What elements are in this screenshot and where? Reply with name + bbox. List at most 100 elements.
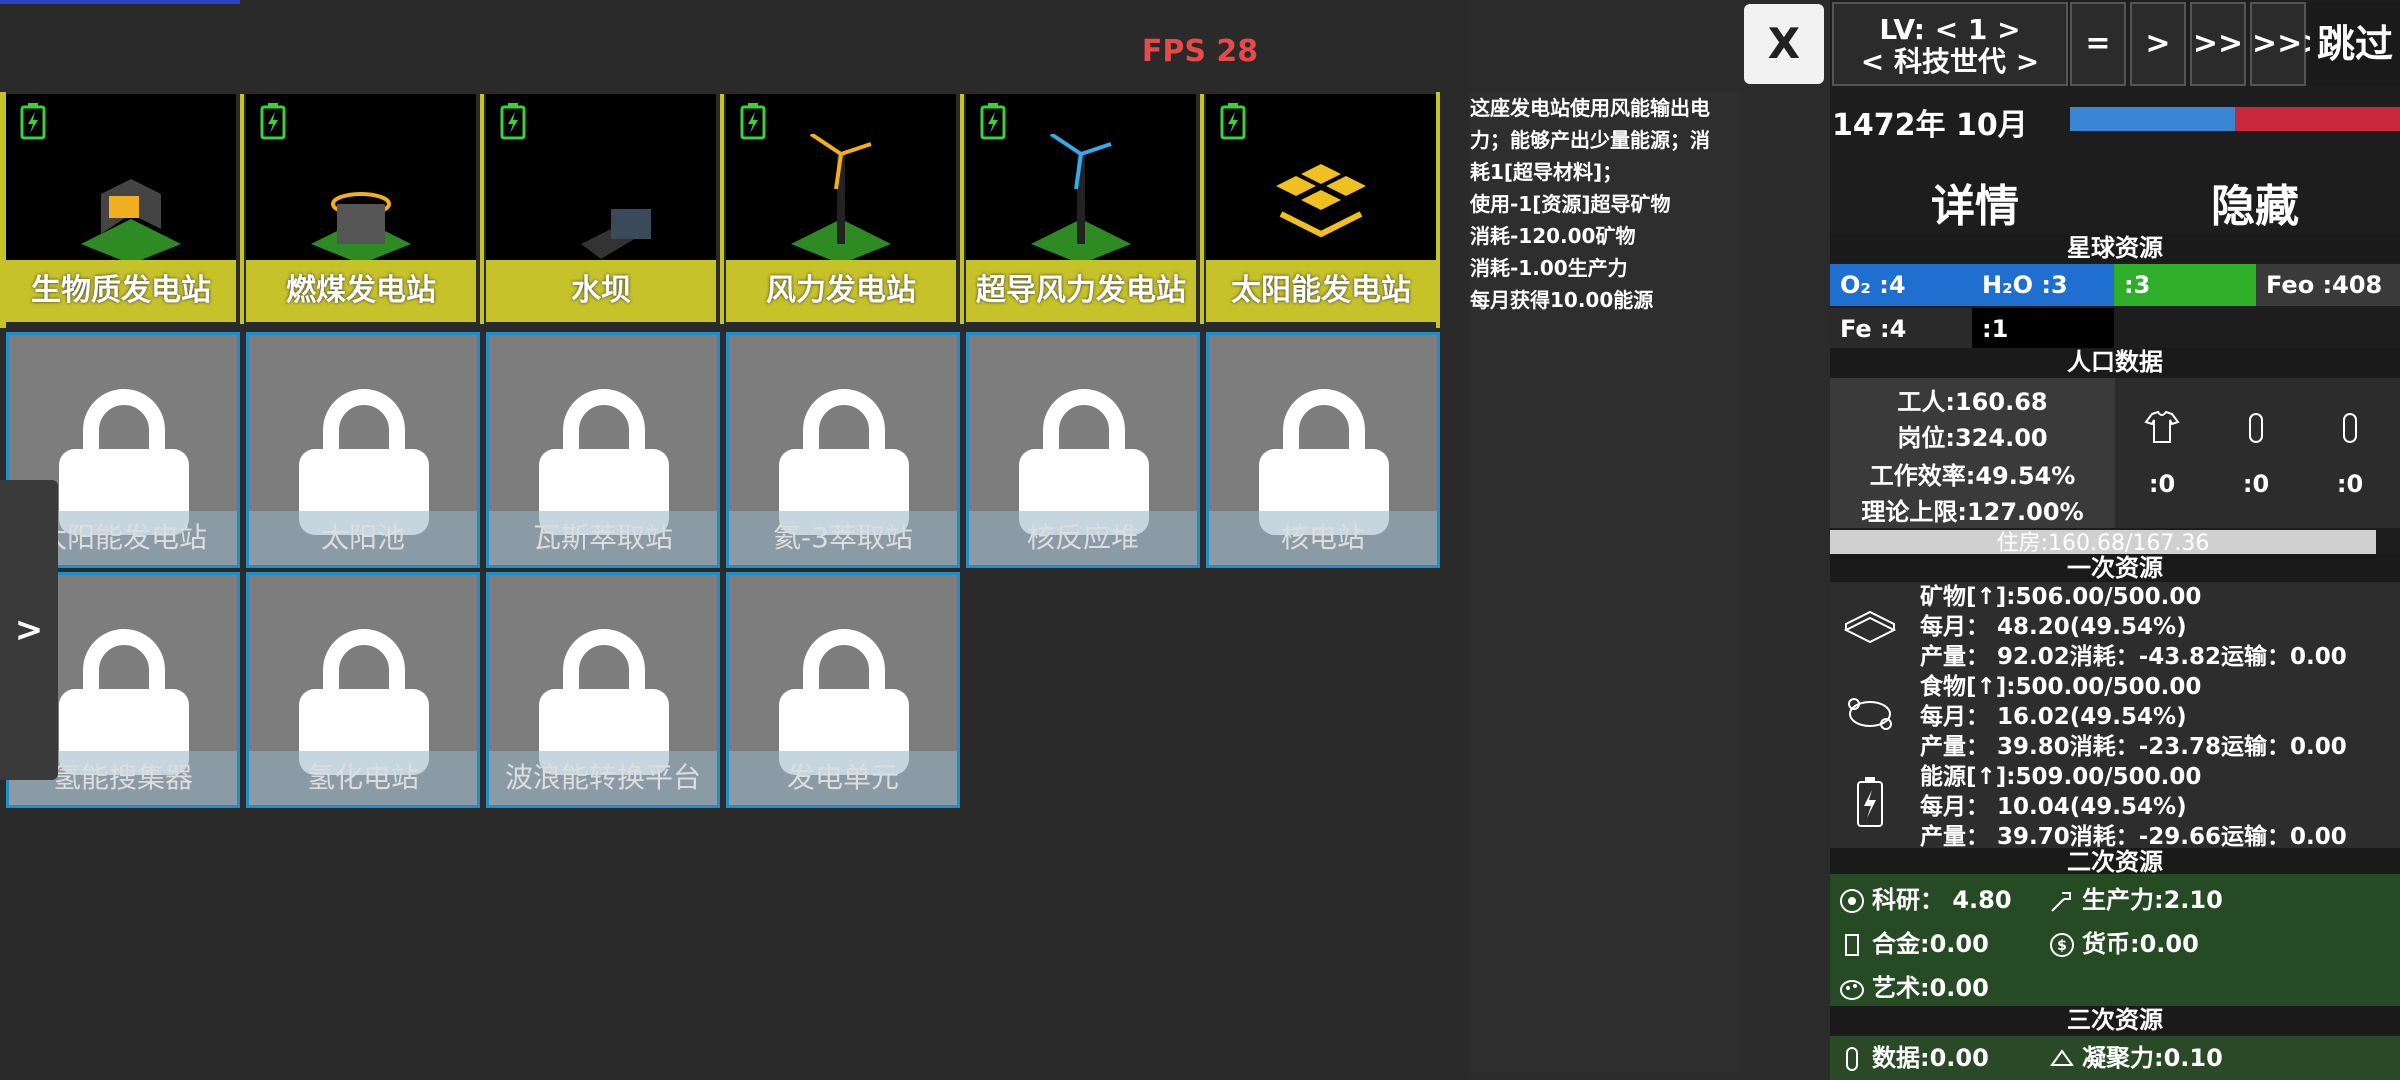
currency-value: 货币:0.00: [2082, 930, 2199, 958]
shirt-icon: [2144, 410, 2180, 443]
card-divider: [240, 94, 244, 324]
cohesion-value: 凝聚力:0.10: [2082, 1044, 2223, 1072]
hammer-icon: [2051, 892, 2071, 912]
building-card-label: 水坝: [486, 260, 716, 322]
skip-button[interactable]: 跳过: [2310, 2, 2400, 86]
game-date: 1472年 10月: [1832, 108, 2028, 143]
job-count: :0: [2336, 470, 2364, 498]
progress-bar-blue: [2070, 107, 2235, 131]
building-card[interactable]: 生物质发电站: [6, 94, 236, 322]
productivity-value: 生产力:2.10: [2082, 886, 2223, 914]
primary-resource-line1: 食物[↑]:500.00/500.00: [1920, 674, 2202, 700]
dam-icon: [581, 209, 651, 259]
art-value: 艺术:0.00: [1872, 974, 1989, 1002]
locked-card-label: 发电单元: [729, 751, 957, 805]
locked-card-label: 太阳池: [249, 511, 477, 565]
card-divider: [960, 94, 964, 324]
row-border: [1436, 92, 1440, 328]
description-line: 使用-1[资源]超导矿物: [1470, 192, 1671, 216]
speed-2-button[interactable]: >>: [2190, 2, 2246, 86]
locked-building-card[interactable]: 氢化电站: [246, 572, 480, 808]
job-count: :0: [2242, 470, 2270, 498]
workers-stat: 工人:160.68: [1897, 388, 2048, 416]
level-display: LV: < 1 > < 科技世代 >: [1832, 2, 2068, 86]
building-card[interactable]: 超导风力发电站: [966, 94, 1196, 322]
locked-building-card[interactable]: 氦-3萃取站: [726, 332, 960, 568]
tertiary-resources-heading: 三次资源: [1830, 1006, 2400, 1034]
limit-stat: 理论上限:127.00%: [1861, 498, 2084, 526]
locked-building-card[interactable]: 波浪能转换平台: [486, 572, 720, 808]
locked-building-card[interactable]: 发电单元: [726, 572, 960, 808]
building-card-label: 生物质发电站: [6, 260, 236, 322]
description-line: 耗1[超导材料]；: [1470, 160, 1623, 184]
building-description: 这座发电站使用风能输出电 力；能够产出少量能源；消 耗1[超导材料]； 使用-1[资源…: [1470, 92, 1740, 1072]
building-card[interactable]: 风力发电站: [726, 94, 956, 322]
locked-building-card[interactable]: 核反应堆: [966, 332, 1200, 568]
primary-resource-line1: 能源[↑]:509.00/500.00: [1920, 764, 2202, 790]
building-card[interactable]: 水坝: [486, 94, 716, 322]
job-types: [2115, 378, 2400, 528]
locked-card-label: 氢化电站: [249, 751, 477, 805]
top-accent-strip: [0, 0, 240, 4]
food-icon: [1848, 698, 1892, 730]
locked-card-label: 核反应堆: [969, 511, 1197, 565]
alloy-icon: [1845, 934, 1859, 956]
locked-card-label: 氦-3萃取站: [729, 511, 957, 565]
alloy-value: 合金:0.00: [1872, 930, 1989, 958]
research-icon: [1840, 889, 1864, 913]
cohesion-stat: 凝聚力:0.10: [2048, 1038, 2223, 1078]
art-stat: 艺术:0.00: [1838, 968, 1989, 1008]
building-card[interactable]: 燃煤发电站: [246, 94, 476, 322]
speed-pause-button[interactable]: =: [2070, 2, 2126, 86]
alloy-stat: 合金:0.00: [1838, 924, 1989, 964]
details-button[interactable]: 详情: [1900, 170, 2050, 234]
energy-battery-icon: [1857, 777, 1883, 827]
efficiency-stat: 工作效率:49.54%: [1869, 462, 2076, 490]
primary-resource-line2: 每月： 48.20(49.54%): [1920, 614, 2187, 640]
palette-icon: [1840, 980, 1864, 1000]
building-card-label: 燃煤发电站: [246, 260, 476, 322]
planet-resource: Feo :408: [2256, 264, 2400, 306]
coal-plant-icon: [311, 192, 411, 264]
building-card-label: 超导风力发电站: [966, 260, 1196, 322]
cohesion-icon: [2050, 1049, 2074, 1066]
population-heading: 人口数据: [1830, 348, 2400, 376]
locked-card-label: 波浪能转换平台: [489, 751, 717, 805]
superconducting-wind-turbine-icon: [1031, 134, 1131, 264]
close-button[interactable]: X: [1744, 4, 1824, 84]
jobs-stat: 岗位:324.00: [1897, 424, 2048, 452]
row-border: [0, 92, 6, 328]
locked-card-label: 核电站: [1209, 511, 1437, 565]
research-value: 科研： 4.80: [1872, 886, 2012, 914]
planet-resources-heading: 星球资源: [1830, 234, 2400, 262]
description-line: 消耗-120.00矿物: [1470, 224, 1636, 248]
primary-resource-line3: 产量： 39.80消耗：-23.78运输：0.00: [1920, 734, 2347, 760]
primary-resource-line3: 产量： 92.02消耗：-43.82运输：0.00: [1920, 644, 2347, 670]
locked-building-card[interactable]: 核电站: [1206, 332, 1440, 568]
data-value: 数据:0.00: [1872, 1044, 1989, 1072]
test-tube-icon: [2249, 413, 2263, 443]
building-card-label: 太阳能发电站: [1206, 260, 1436, 322]
secondary-resources-heading: 二次资源: [1830, 848, 2400, 876]
description-line: 每月获得10.00能源: [1470, 288, 1654, 312]
primary-resources-heading: 一次资源: [1830, 554, 2400, 582]
locked-building-card[interactable]: 瓦斯萃取站: [486, 332, 720, 568]
svg-text:$: $: [2057, 938, 2067, 954]
data-stat: 数据:0.00: [1838, 1038, 1989, 1078]
biomass-plant-icon: [81, 179, 181, 264]
description-text: 这座发电站使用风能输出电 力；能够产出少量能源；消 耗1[超导材料]； 使用-1[资源…: [1470, 92, 1740, 316]
primary-resource-line2: 每月： 10.04(49.54%): [1920, 794, 2187, 820]
speed-1-button[interactable]: >: [2130, 2, 2186, 86]
side-expand-tab[interactable]: >: [0, 480, 58, 780]
speed-3-button[interactable]: >>>: [2250, 2, 2327, 86]
primary-resource-line2: 每月： 16.02(49.54%): [1920, 704, 2187, 730]
card-divider: [720, 94, 724, 324]
progress-bar-red: [2235, 107, 2400, 131]
description-line: 消耗-1.00生产力: [1470, 256, 1628, 280]
locked-building-card[interactable]: 太阳池: [246, 332, 480, 568]
card-divider: [1200, 94, 1204, 324]
planet-resource: :1: [1972, 308, 2114, 350]
hide-button[interactable]: 隐藏: [2180, 170, 2330, 234]
building-card[interactable]: 太阳能发电站: [1206, 94, 1436, 322]
planet-resource: Fe :4: [1830, 308, 1972, 350]
